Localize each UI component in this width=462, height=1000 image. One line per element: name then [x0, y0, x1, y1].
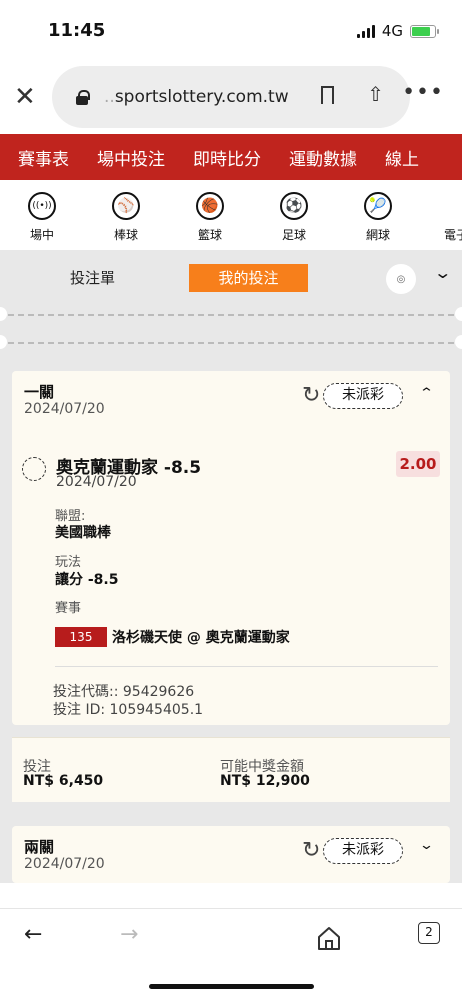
sport-soccer[interactable]: ⚽ 足球: [252, 180, 336, 250]
home-indicator: [149, 984, 314, 989]
home-icon[interactable]: [314, 923, 344, 953]
sport-label: 網球: [365, 228, 390, 242]
status-badge: 未派彩: [323, 383, 403, 409]
bet-type-title: 兩關: [24, 838, 55, 856]
match-number: 135: [55, 627, 107, 647]
tabs-button[interactable]: 2: [418, 922, 440, 944]
sport-label: 場中: [29, 228, 54, 242]
event-label: 賽事: [55, 601, 82, 616]
status-icons: 4G: [356, 22, 439, 40]
status-badge: 未派彩: [323, 838, 403, 864]
nav-item-online[interactable]: 線上: [385, 145, 419, 170]
lock-icon: [76, 89, 90, 105]
settings-toggle[interactable]: ◎: [386, 264, 416, 294]
more-icon[interactable]: •••: [402, 80, 444, 105]
battery-icon: [410, 24, 439, 38]
sport-selector: ((•)) 場中 ⚾ 棒球 🏀 籃球 ⚽ 足球 🎾 網球 電子競: [0, 180, 462, 250]
back-arrow-icon[interactable]: ←: [24, 922, 42, 947]
sport-baseball[interactable]: ⚾ 棒球: [84, 180, 168, 250]
bets-panel: 投注單 我的投注 ◎ ⌄ 一關 2024/07/20 ↻ 未派彩 ⌃ 奧克蘭運動…: [0, 250, 462, 883]
browser-bottom-bar: ← → 2: [0, 908, 462, 1000]
url-text[interactable]: ..sportslottery.com.tw: [104, 87, 289, 107]
share-icon[interactable]: ⇧: [367, 82, 384, 106]
soccer-icon: ⚽: [280, 192, 308, 220]
selection-date: 2024/07/20: [56, 474, 137, 490]
bet-date: 2024/07/20: [24, 401, 105, 417]
sport-basketball[interactable]: 🏀 籃球: [168, 180, 252, 250]
esports-icon: [448, 192, 462, 220]
chevron-down-icon[interactable]: ⌄: [433, 263, 452, 282]
refresh-icon[interactable]: ↻: [302, 840, 320, 862]
divider: [55, 666, 438, 667]
bet-type-label: 玩法: [55, 555, 82, 570]
sport-label: 棒球: [113, 228, 138, 242]
bet-type-title: 一關: [24, 383, 55, 401]
odds-badge: 2.00: [396, 451, 440, 477]
status-bar: 11:45 4G: [0, 0, 462, 62]
tennis-icon: 🎾: [364, 192, 392, 220]
match-name: 洛杉磯天使 @ 奧克蘭運動家: [112, 630, 290, 646]
sport-live[interactable]: ((•)) 場中: [0, 180, 84, 250]
main-nav: 賽事表 場中投注 即時比分 運動數據 線上: [0, 134, 462, 180]
chevron-down-icon[interactable]: ⌄: [419, 838, 434, 853]
bet-id: 投注 ID: 105945405.1: [53, 702, 204, 718]
ticket-divider: [0, 306, 462, 366]
browser-toolbar: ✕ ..sportslottery.com.tw ⇧ •••: [0, 62, 462, 134]
bet-type-value: 讓分 -8.5: [55, 572, 119, 588]
bet-code: 投注代碼:: 95429626: [53, 684, 195, 700]
nav-item-sports-data[interactable]: 運動數據: [289, 145, 357, 170]
signal-icon: [356, 24, 375, 38]
basketball-icon: 🏀: [196, 192, 224, 220]
bookmark-icon[interactable]: [321, 86, 334, 104]
clock: 11:45: [48, 20, 106, 41]
live-icon: ((•)): [28, 192, 56, 220]
tab-my-bets[interactable]: 我的投注: [189, 264, 308, 292]
sport-esports[interactable]: 電子競: [420, 180, 462, 250]
league-value: 美國職棒: [55, 525, 111, 541]
sport-tennis[interactable]: 🎾 網球: [336, 180, 420, 250]
stake-value: NT$ 6,450: [23, 773, 104, 789]
sport-label: 足球: [281, 228, 306, 242]
selection-status-icon: [22, 457, 46, 481]
baseball-icon: ⚾: [112, 192, 140, 220]
refresh-icon[interactable]: ↻: [302, 385, 320, 407]
sport-label: 電子競: [443, 228, 462, 242]
sport-label: 籃球: [197, 228, 222, 242]
nav-item-live-betting[interactable]: 場中投注: [97, 145, 165, 170]
bet-tabs: 投注單 我的投注 ◎ ⌄: [0, 250, 462, 306]
payout-value: NT$ 12,900: [220, 773, 310, 789]
address-bar[interactable]: ..sportslottery.com.tw ⇧: [52, 66, 410, 128]
nav-item-live-scores[interactable]: 即時比分: [193, 145, 261, 170]
forward-arrow-icon[interactable]: →: [120, 922, 138, 947]
close-icon[interactable]: ✕: [14, 82, 36, 112]
bet-date: 2024/07/20: [24, 856, 105, 872]
bet-card-double[interactable]: 兩關 2024/07/20 ↻ 未派彩 ⌄: [12, 826, 450, 883]
nav-item-schedule[interactable]: 賽事表: [18, 145, 69, 170]
bet-summary: 投注 NT$ 6,450 可能中獎金額 NT$ 12,900: [12, 737, 450, 802]
chevron-up-icon[interactable]: ⌃: [419, 386, 434, 401]
network-label: 4G: [381, 22, 403, 40]
bet-card-single: 一關 2024/07/20 ↻ 未派彩 ⌃ 奧克蘭運動家 -8.5 2024/0…: [12, 371, 450, 802]
tab-betslip[interactable]: 投注單: [70, 267, 115, 288]
